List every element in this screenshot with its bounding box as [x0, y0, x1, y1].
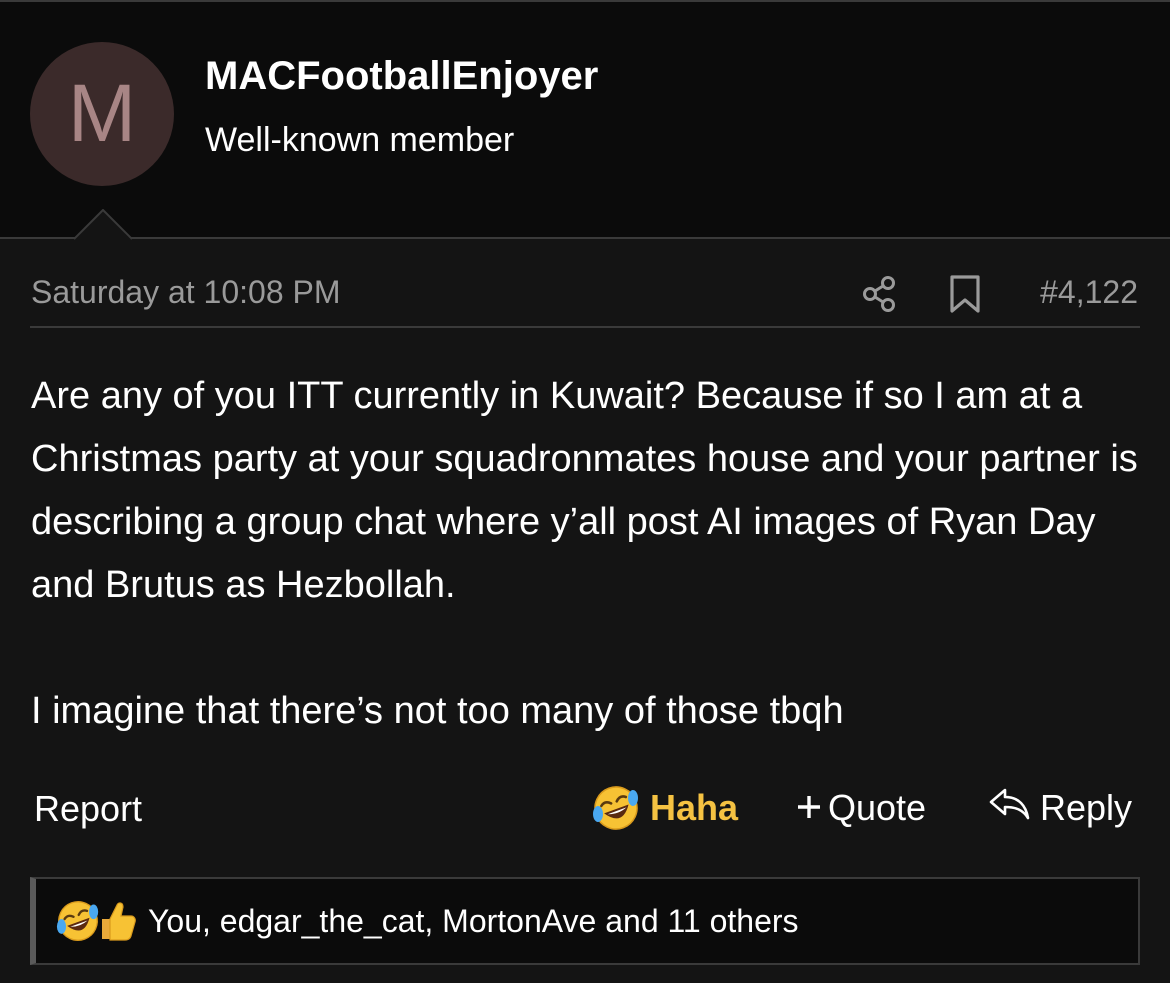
bookmark-icon[interactable] — [948, 274, 982, 314]
reply-button[interactable]: Reply — [988, 783, 1132, 833]
reaction-icons — [56, 899, 136, 943]
quote-label: Quote — [828, 787, 927, 828]
share-icon[interactable] — [860, 274, 900, 314]
avatar-letter: M — [67, 68, 137, 159]
speech-arrow-icon — [73, 208, 133, 241]
haha-label: Haha — [650, 787, 739, 828]
quote-button[interactable]: Quote — [796, 783, 926, 833]
laughing-crying-emoji-icon — [592, 784, 640, 832]
forum-post: M MACFootballEnjoyer Well-known member S… — [0, 0, 1170, 983]
post-body: Are any of you ITT currently in Kuwait? … — [31, 365, 1146, 743]
post-author-header: M MACFootballEnjoyer Well-known member — [0, 0, 1170, 238]
post-paragraph: I imagine that there’s not too many of t… — [31, 690, 844, 732]
report-button[interactable]: Report — [34, 788, 142, 830]
username[interactable]: MACFootballEnjoyer — [205, 54, 598, 99]
plus-icon — [796, 787, 822, 829]
haha-reaction-button[interactable]: Haha — [592, 783, 738, 833]
post-number[interactable]: #4,122 — [1040, 274, 1138, 311]
laughing-crying-emoji-icon — [56, 899, 100, 943]
thumbs-up-icon — [96, 899, 136, 943]
reaction-summary: You, edgar_the_cat, MortonAve and 11 oth… — [148, 902, 799, 939]
user-title: Well-known member — [205, 121, 515, 159]
reactions-bar[interactable]: You, edgar_the_cat, MortonAve and 11 oth… — [30, 877, 1140, 965]
post-paragraph: Are any of you ITT currently in Kuwait? … — [31, 375, 1138, 606]
avatar[interactable]: M — [30, 42, 174, 186]
reply-arrow-icon — [988, 786, 1032, 831]
reply-label: Reply — [1040, 787, 1133, 828]
post-date[interactable]: Saturday at 10:08 PM — [31, 274, 341, 311]
header-divider — [0, 237, 1170, 239]
meta-divider — [30, 326, 1140, 328]
